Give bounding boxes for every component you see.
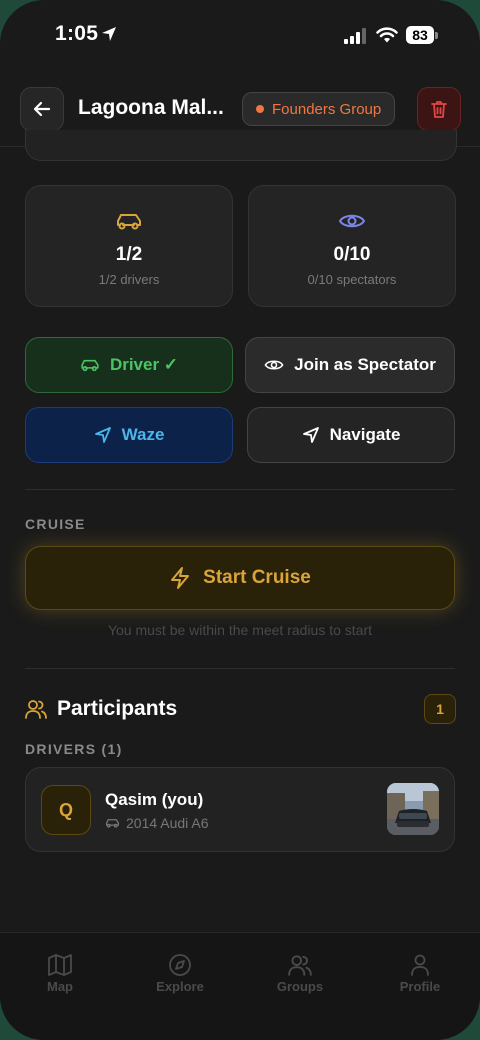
wifi-icon <box>376 27 398 43</box>
divider <box>25 668 455 669</box>
users-icon <box>288 955 312 976</box>
spectators-stat-label: 0/10 spectators <box>307 272 397 287</box>
group-badge[interactable]: Founders Group <box>242 92 396 126</box>
avatar: Q <box>41 785 91 835</box>
spectators-stat-card: 0/10 0/10 spectators <box>248 185 456 307</box>
waze-button[interactable]: Waze <box>25 407 233 463</box>
tab-map-label: Map <box>47 979 73 994</box>
participants-heading: Participants <box>57 697 178 720</box>
group-dot <box>256 105 264 113</box>
cruise-radius-note: You must be within the meet radius to st… <box>107 622 373 638</box>
battery-tip <box>435 32 438 39</box>
driver-button[interactable]: Driver ✓ <box>25 337 233 393</box>
tab-groups-label: Groups <box>276 979 324 994</box>
start-cruise-label: Start Cruise <box>203 567 311 588</box>
location-arrow-icon <box>102 27 116 41</box>
cellular-signal-icon <box>344 28 366 44</box>
car-photo-image <box>387 783 439 835</box>
back-arrow-icon <box>33 101 51 117</box>
participants-count-badge: 1 <box>424 694 456 724</box>
spectators-stat-value: 0/10 <box>333 244 371 265</box>
group-badge-label: Founders Group <box>272 100 382 118</box>
start-cruise-button[interactable]: Start Cruise <box>25 546 455 610</box>
tab-profile[interactable]: Profile <box>360 953 480 994</box>
navigate-button-label: Navigate <box>329 425 401 444</box>
driver-row[interactable]: Q Qasim (you) 2014 Audi A6 <box>25 767 455 852</box>
battery-indicator: 83 <box>406 26 434 44</box>
navigate-button[interactable]: Navigate <box>247 407 455 463</box>
lightning-icon <box>171 567 190 589</box>
car-photo[interactable] <box>387 783 439 835</box>
users-icon <box>25 700 47 719</box>
delete-button[interactable] <box>417 87 461 131</box>
user-icon <box>411 954 429 976</box>
tab-groups[interactable]: Groups <box>240 953 360 994</box>
scrolled-card-edge <box>25 130 457 161</box>
tab-map[interactable]: Map <box>0 953 120 994</box>
driver-car: 2014 Audi A6 <box>105 815 209 831</box>
page-title: Lagoona Mal... <box>78 96 224 119</box>
map-icon <box>48 954 72 976</box>
drivers-stat-value: 1/2 <box>115 244 143 265</box>
driver-button-label: Driver ✓ <box>109 355 179 374</box>
tab-explore-label: Explore <box>156 979 204 994</box>
bottom-tab-bar: Map Explore Groups Profile <box>0 932 480 1040</box>
navigation-arrow-icon <box>302 427 319 443</box>
back-button[interactable] <box>20 87 64 131</box>
join-spectator-button[interactable]: Join as Spectator <box>245 337 455 393</box>
drivers-section-label: DRIVERS (1) <box>25 741 123 757</box>
car-icon <box>105 819 120 828</box>
drivers-stat-card: 1/2 1/2 drivers <box>25 185 233 307</box>
eye-icon <box>264 360 284 370</box>
tab-explore[interactable]: Explore <box>120 953 240 994</box>
phone-screen: 1:05 83 Lagoona Mal... Founders Group 1/… <box>0 0 480 1040</box>
status-bar: 1:05 83 <box>0 0 480 70</box>
tab-profile-label: Profile <box>399 979 441 994</box>
join-spectator-label: Join as Spectator <box>294 355 436 374</box>
trash-icon <box>431 101 447 118</box>
status-time: 1:05 <box>55 22 99 45</box>
car-icon <box>117 214 141 230</box>
driver-name: Qasim (you) <box>105 790 204 809</box>
car-icon <box>81 359 99 372</box>
eye-icon <box>338 214 366 228</box>
navigation-arrow-icon <box>94 427 111 443</box>
cruise-section-label: CRUISE <box>25 516 86 532</box>
waze-button-label: Waze <box>121 425 165 444</box>
driver-car-label: 2014 Audi A6 <box>126 815 209 831</box>
compass-icon <box>169 954 191 976</box>
divider <box>25 489 455 490</box>
drivers-stat-label: 1/2 drivers <box>98 272 160 287</box>
